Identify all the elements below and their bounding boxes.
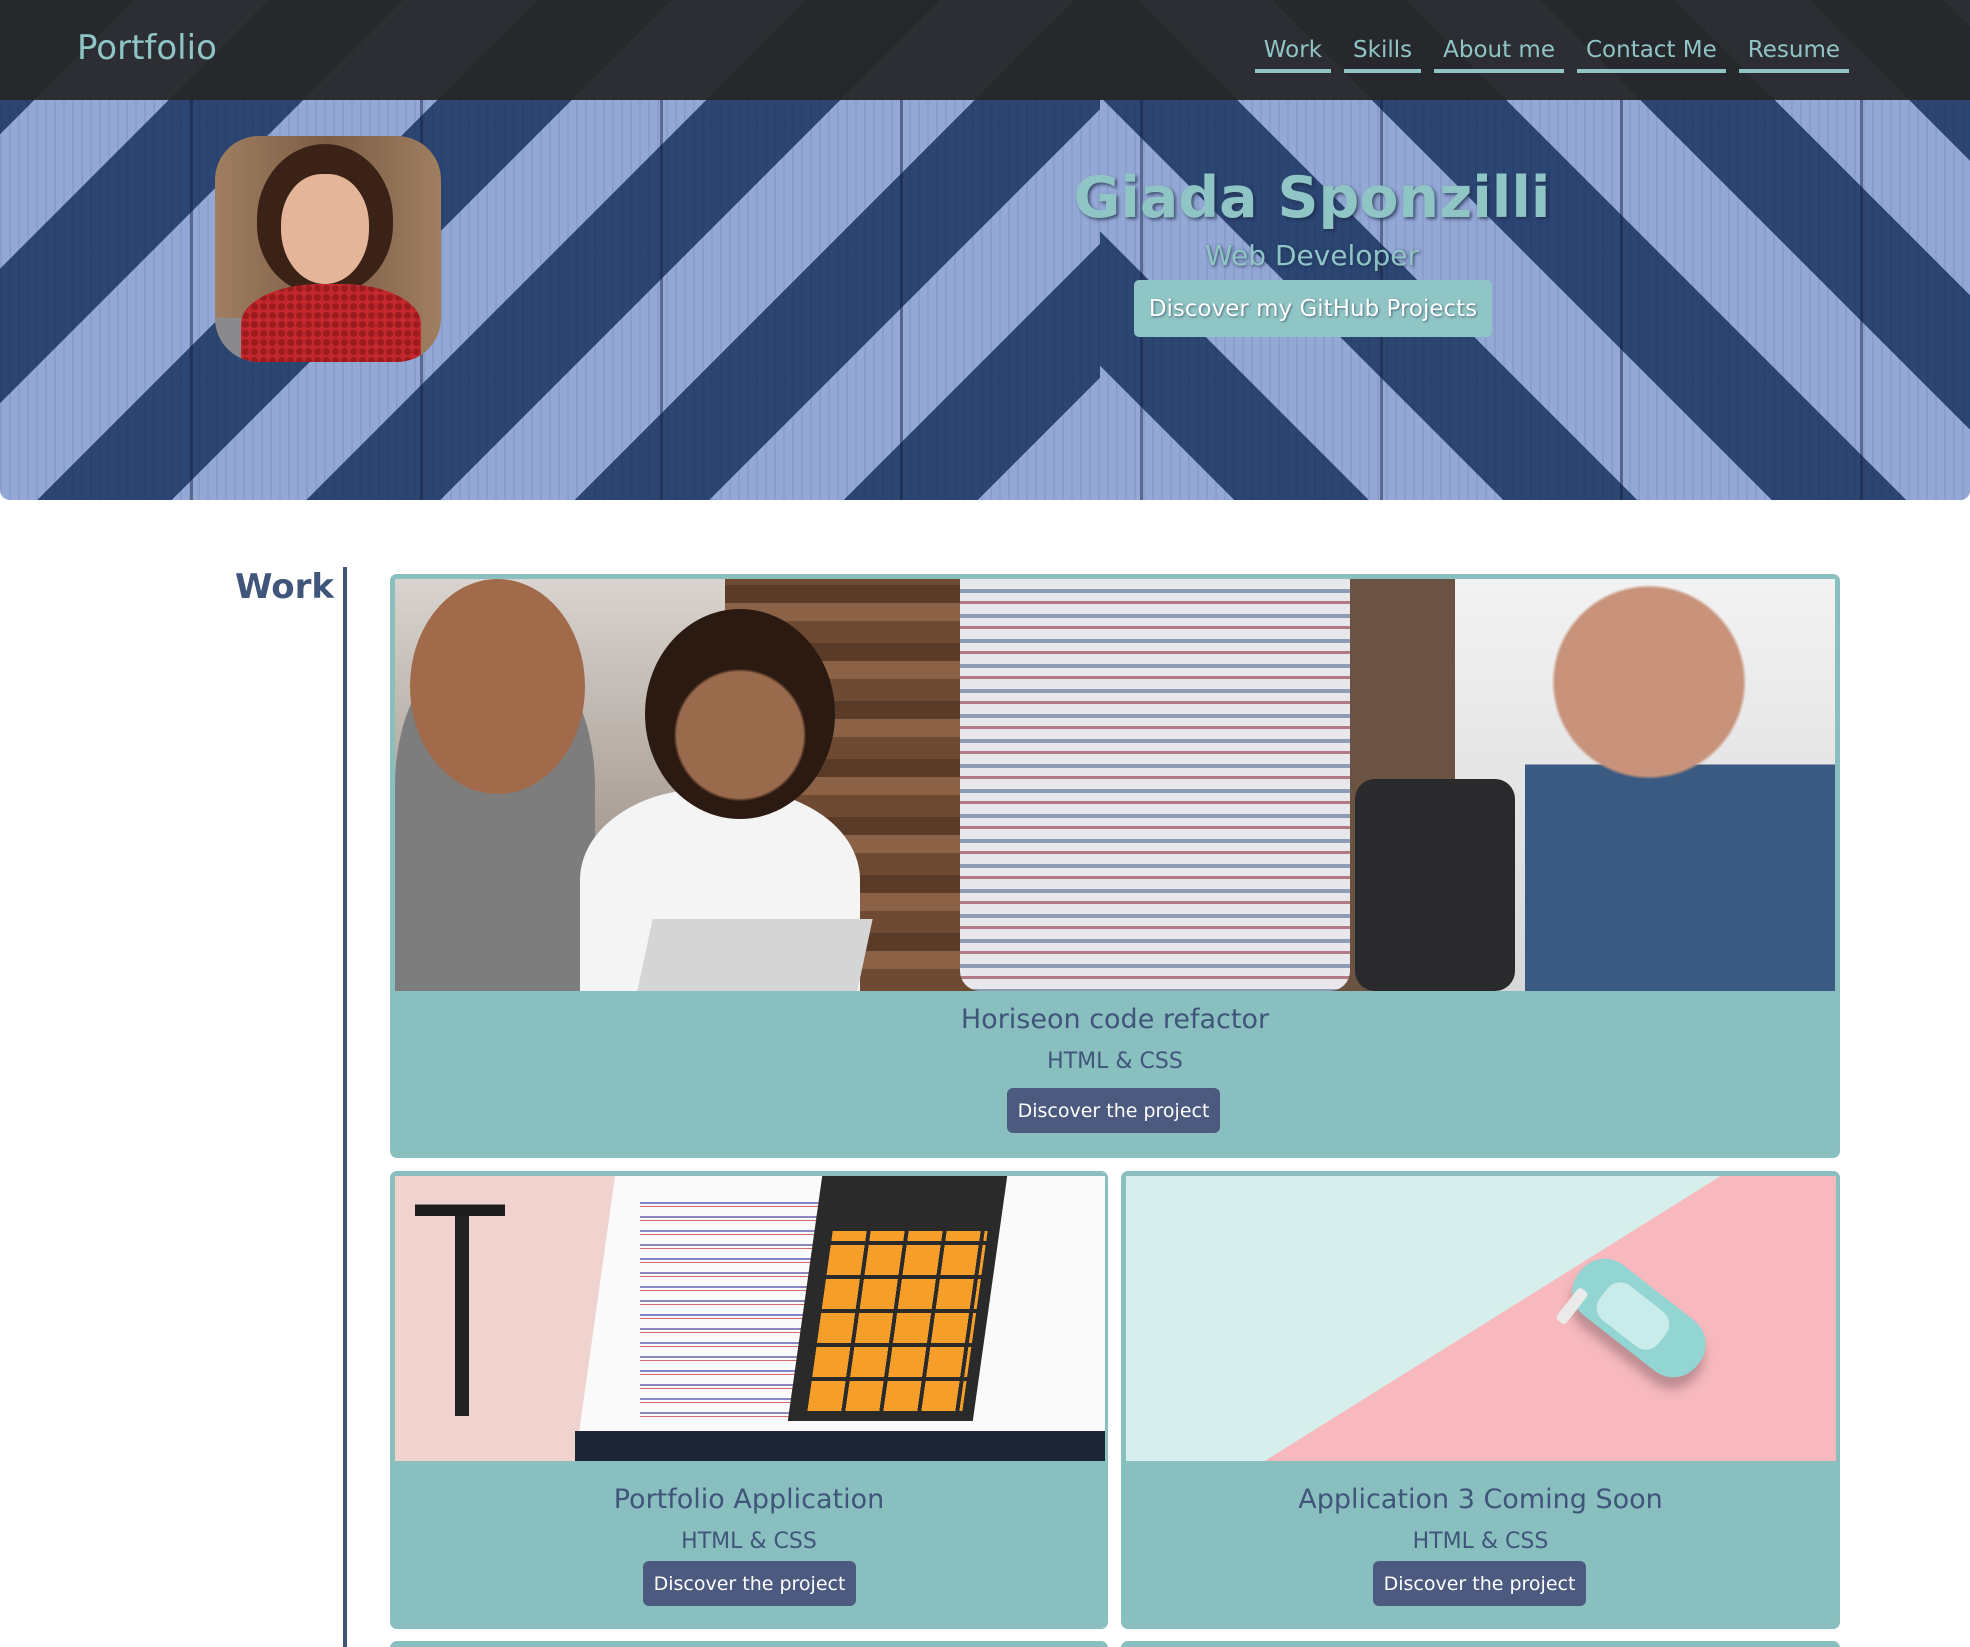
photo-person-head <box>645 609 835 819</box>
project-title: Portfolio Application <box>613 1484 885 1515</box>
project-card-portfolio: Portfolio Application HTML & CSS Discove… <box>390 1171 1108 1629</box>
photo-person <box>1525 579 1835 991</box>
photo-chair <box>1355 779 1515 991</box>
avatar-scarf <box>241 284 421 362</box>
nav-link-work[interactable]: Work <box>1254 34 1332 73</box>
project-image-portfolio[interactable] <box>395 1176 1105 1461</box>
project-title: Application 3 Coming Soon <box>1298 1484 1663 1515</box>
project-card-next <box>390 1641 1108 1647</box>
profile-avatar <box>215 136 441 362</box>
project-tech: HTML & CSS <box>681 1529 817 1554</box>
project-tech: HTML & CSS <box>1047 1049 1183 1074</box>
project-card-horiseon: Horiseon code refactor HTML & CSS Discov… <box>390 574 1840 1158</box>
github-projects-button[interactable]: Discover my GitHub Projects <box>1134 280 1492 337</box>
work-section-title: Work <box>235 567 335 607</box>
nav-links: Work Skills About me Contact Me Resume <box>1254 34 1849 73</box>
nav-link-skills[interactable]: Skills <box>1344 34 1422 73</box>
photo-calculator-grid <box>802 1231 998 1411</box>
project-image-horiseon[interactable] <box>395 579 1835 991</box>
team-meeting-photo <box>395 579 1835 991</box>
top-navbar: Portfolio Work Skills About me Contact M… <box>0 0 1970 100</box>
discover-project-button[interactable]: Discover the project <box>1373 1561 1586 1606</box>
photo-laptop <box>637 919 873 991</box>
hero-role: Web Developer <box>1205 239 1419 272</box>
project-tech: HTML & CSS <box>1412 1529 1549 1554</box>
photo-person-striped-shirt <box>960 579 1350 991</box>
photo-person-head <box>410 579 585 794</box>
discover-project-button[interactable]: Discover the project <box>1007 1088 1220 1133</box>
project-card-next <box>1121 1641 1840 1647</box>
work-section-divider <box>343 567 347 1647</box>
project-image-app3[interactable] <box>1126 1176 1836 1461</box>
avatar-face <box>281 174 369 284</box>
brand-logo[interactable]: Portfolio <box>77 28 217 68</box>
toy-car-photo <box>1126 1176 1836 1461</box>
project-title: Horiseon code refactor <box>960 1004 1270 1035</box>
photo-lamp-stand <box>455 1216 469 1416</box>
nav-link-contact[interactable]: Contact Me <box>1576 34 1726 73</box>
discover-project-button[interactable]: Discover the project <box>643 1561 856 1606</box>
project-card-app3: Application 3 Coming Soon HTML & CSS Dis… <box>1121 1171 1840 1629</box>
calculator-code-photo <box>395 1176 1105 1461</box>
nav-link-resume[interactable]: Resume <box>1738 34 1849 73</box>
photo-taskbar <box>575 1431 1105 1461</box>
hero-name: Giada Sponzilli <box>1073 165 1551 231</box>
nav-link-about[interactable]: About me <box>1434 34 1564 73</box>
